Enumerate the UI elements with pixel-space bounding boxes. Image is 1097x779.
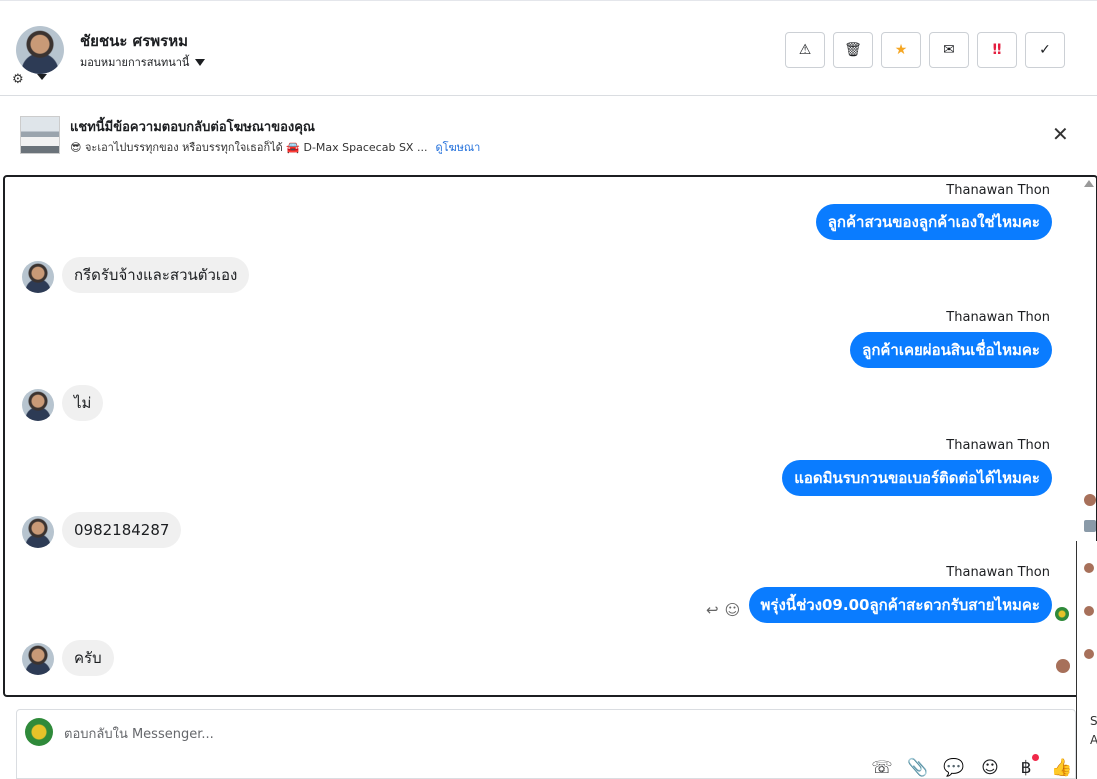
outgoing-message[interactable]: ลูกค้าเคยผ่อนสินเชื่อไหมคะ: [850, 332, 1052, 368]
mark-done-button[interactable]: ✓: [1025, 32, 1065, 68]
contact-avatar-small[interactable]: [22, 516, 54, 548]
contact-avatar-small[interactable]: [22, 643, 54, 675]
outgoing-message[interactable]: พรุ่งนี้ช่วง09.00ลูกค้าสะดวกรับสายไหมคะ: [748, 587, 1052, 623]
contact-name[interactable]: ชัยชนะ ศรพรหม: [80, 29, 188, 53]
sender-name: Thanawan Thon: [946, 183, 1050, 198]
priority-icon: ‼: [992, 42, 1002, 58]
sender-name: Thanawan Thon: [946, 438, 1050, 453]
ad-banner-title: แชทนี้มีข้อความตอบกลับต่อโฆษณาของคุณ: [70, 120, 315, 135]
view-ad-link[interactable]: ดูโฆษณา: [435, 141, 480, 154]
react-smiley-icon[interactable]: ☺: [725, 601, 741, 619]
header-actions: ⚠ 🗑 ★ ✉ ‼ ✓: [785, 32, 1065, 68]
notification-dot: [1032, 754, 1039, 761]
incoming-message[interactable]: ครับ: [62, 640, 114, 676]
trash-icon: 🗑: [844, 42, 862, 58]
ad-banner-subtitle: 😎 จะเอาไปบรรทุกของ หรือบรรทุกใจเธอก็ได้ …: [70, 138, 480, 156]
contact-avatar-small[interactable]: [22, 389, 54, 421]
contact-avatar-small[interactable]: [22, 261, 54, 293]
side-label: S: [1090, 714, 1097, 728]
reply-icon[interactable]: ↩: [706, 601, 719, 619]
reply-input[interactable]: [64, 724, 964, 744]
scroll-up-icon[interactable]: [1084, 180, 1094, 187]
star-icon: ★: [894, 42, 908, 58]
ad-thumbnail[interactable]: [20, 116, 60, 154]
outgoing-message[interactable]: แอดมินรบกวนขอเบอร์ติดต่อได้ไหมคะ: [782, 460, 1052, 496]
incoming-message[interactable]: 0982184287: [62, 512, 182, 548]
side-avatar[interactable]: [1084, 494, 1096, 506]
sender-name: Thanawan Thon: [946, 310, 1050, 325]
side-label: A: [1090, 733, 1097, 747]
message-hover-tools: ↩ ☺: [706, 601, 740, 619]
side-avatar[interactable]: [1084, 606, 1094, 616]
mark-unread-button[interactable]: ✉: [929, 32, 969, 68]
follow-up-button[interactable]: ‼: [977, 32, 1017, 68]
delete-button[interactable]: 🗑: [833, 32, 873, 68]
side-avatar[interactable]: [1084, 563, 1094, 573]
seen-avatar: [1056, 659, 1070, 673]
star-button[interactable]: ★: [881, 32, 921, 68]
assign-conversation-dropdown[interactable]: มอบหมายการสนทนานี้: [80, 53, 206, 71]
contact-avatar[interactable]: [16, 26, 64, 74]
ad-caption: 😎 จะเอาไปบรรทุกของ หรือบรรทุกใจเธอก็ได้ …: [70, 141, 428, 154]
warning-icon: ⚠: [798, 42, 812, 58]
side-thumbnail[interactable]: [1084, 520, 1096, 532]
payment-icon[interactable]: ฿: [1014, 758, 1038, 778]
envelope-open-icon: ✉: [943, 42, 955, 58]
filter-settings-icon[interactable]: ⚙: [12, 72, 24, 87]
incoming-message[interactable]: กรีดรับจ้างและสวนตัวเอง: [62, 257, 250, 293]
incoming-message[interactable]: ไม่: [62, 385, 104, 421]
sender-name: Thanawan Thon: [946, 565, 1050, 580]
outgoing-message[interactable]: ลูกค้าสวนของลูกค้าเองใช่ไหมคะ: [815, 204, 1052, 240]
saved-reply-icon[interactable]: 💬: [942, 758, 966, 778]
close-icon[interactable]: ✕: [1052, 124, 1069, 144]
composer-toolbar: ☏ 📎 💬 ☺ ฿ 👍: [870, 758, 1074, 778]
emoji-icon[interactable]: ☺: [978, 758, 1002, 778]
read-receipt-avatar: [1055, 607, 1069, 621]
page-avatar: [25, 718, 53, 746]
attachment-icon[interactable]: 📎: [906, 758, 930, 778]
call-add-icon[interactable]: ☏: [870, 758, 894, 778]
assign-label: มอบหมายการสนทนานี้: [80, 56, 190, 69]
report-spam-button[interactable]: ⚠: [785, 32, 825, 68]
caret-down-icon: [195, 58, 206, 66]
side-avatar[interactable]: [1084, 649, 1094, 659]
check-icon: ✓: [1039, 42, 1051, 58]
like-icon[interactable]: 👍: [1050, 758, 1074, 778]
chevron-down-icon[interactable]: [37, 74, 47, 80]
